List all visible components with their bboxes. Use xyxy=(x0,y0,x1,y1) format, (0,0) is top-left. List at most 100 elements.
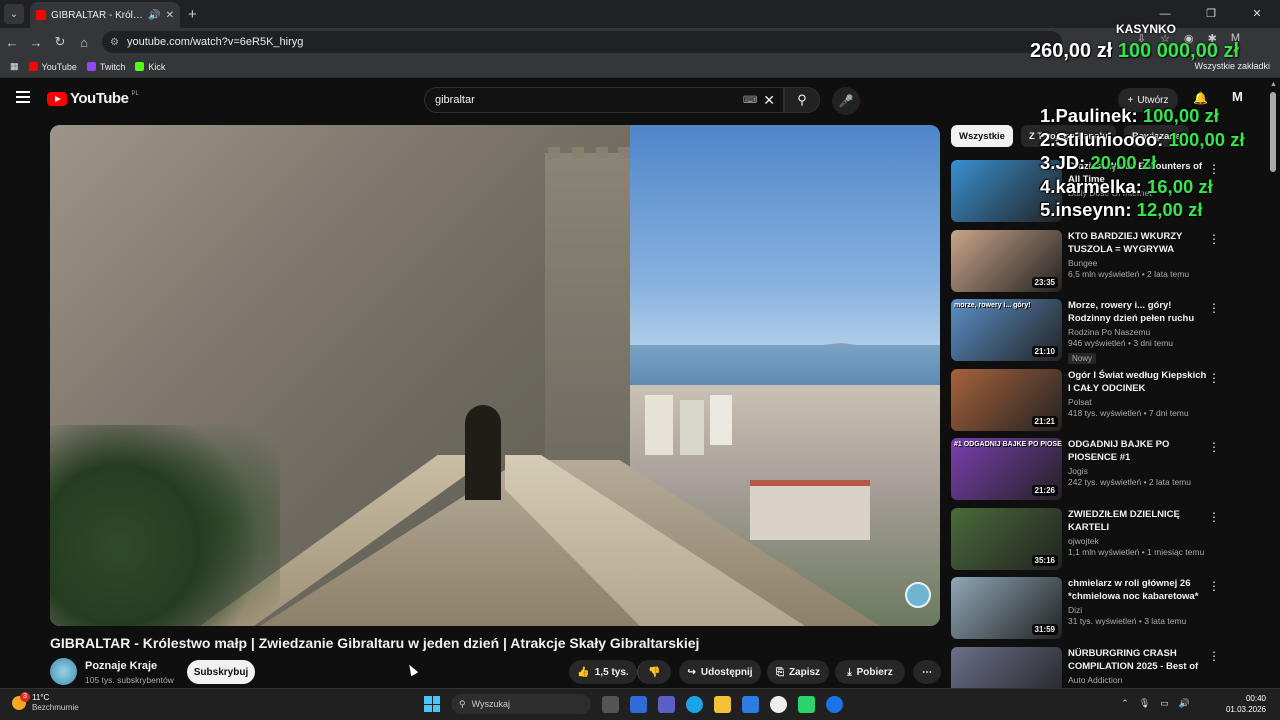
volume-icon[interactable]: 🔊 xyxy=(1179,698,1190,709)
tab-title: GIBRALTAR - Królestwo małp xyxy=(51,9,144,21)
more-options-icon[interactable]: ⋮ xyxy=(1208,579,1220,593)
video-title[interactable]: ODGADNIJ BAJKE PO PIOSENCE #1 xyxy=(1068,438,1208,464)
recommended-video[interactable]: morze, rowery i... góry! 21:10 Morze, rowe… xyxy=(951,299,1256,364)
bookmark-youtube[interactable]: YouTube xyxy=(28,62,77,72)
recommended-video[interactable]: 35:16 ZWIEDZIŁEM DZIELNICĘ KARTELI ojwojte… xyxy=(951,507,1256,572)
keyboard-icon[interactable]: ⌨ xyxy=(743,95,757,106)
share-button[interactable]: ↪ Udostępnij xyxy=(679,660,761,684)
video-thumbnail[interactable]: 31:59 xyxy=(951,577,1062,639)
video-tower xyxy=(710,395,732,445)
new-tab-icon[interactable]: + xyxy=(188,6,197,23)
url-text: youtube.com/watch?v=6eR5K_hiryg xyxy=(126,36,304,48)
close-tab-icon[interactable]: ✕ xyxy=(166,10,174,21)
channel-name[interactable]: Auto Addiction xyxy=(1068,675,1208,685)
video-meta: 6,5 mln wyświetleń • 2 lata temu xyxy=(1068,268,1190,279)
search-button[interactable]: ⚲ xyxy=(784,87,820,113)
notifications-bell-icon[interactable]: 🔔 xyxy=(1193,91,1208,105)
video-crenel xyxy=(548,147,560,159)
video-player[interactable] xyxy=(50,125,940,626)
network-icon[interactable]: ▭ xyxy=(1160,698,1169,709)
chip-all[interactable]: Wszystkie xyxy=(951,125,1013,147)
file-explorer-icon[interactable] xyxy=(714,695,731,713)
channel-name[interactable]: Polsat xyxy=(1068,397,1208,407)
download-button[interactable]: ⤓ Pobierz xyxy=(835,660,905,684)
video-title[interactable]: KTO BARDZIEJ WKURZY TUSZOLA = WYGRYWA xyxy=(1068,230,1208,256)
edge-icon[interactable] xyxy=(686,695,703,713)
bookmark-twitch[interactable]: Twitch xyxy=(86,62,125,72)
teams-icon[interactable] xyxy=(658,695,675,713)
video-thumbnail[interactable]: 21:21 xyxy=(951,368,1062,431)
more-options-icon[interactable]: ⋮ xyxy=(1208,232,1220,246)
maximize-icon[interactable]: ❐ xyxy=(1188,0,1234,28)
home-icon[interactable]: ⌂ xyxy=(72,35,96,50)
youtube-logo[interactable]: YouTube PL xyxy=(47,90,139,107)
weather-widget[interactable]: 3 11°C Bezchmurnie xyxy=(12,692,79,713)
store-icon[interactable] xyxy=(742,695,759,713)
address-bar[interactable]: ⚙ youtube.com/watch?v=6eR5K_hiryg xyxy=(102,31,1062,53)
photos-icon[interactable] xyxy=(630,695,647,713)
video-title[interactable]: ZWIEDZIŁEM DZIELNICĘ KARTELI xyxy=(1068,508,1208,534)
spotify-icon[interactable] xyxy=(798,695,815,713)
site-info-icon[interactable]: ⚙ xyxy=(110,37,119,48)
video-thumbnail[interactable]: 35:16 xyxy=(951,507,1062,570)
recommended-video[interactable]: 31:59 chmielarz w roli głównej 26 *chmiel… xyxy=(951,577,1256,641)
chrome-icon[interactable] xyxy=(826,695,843,713)
video-duration: 21:26 xyxy=(1031,485,1058,496)
taskbar-search[interactable]: ⚲ Wyszukaj xyxy=(451,694,591,714)
save-button[interactable]: ⎘ Zapisz xyxy=(767,660,829,684)
audio-playing-icon[interactable]: 🔊 xyxy=(148,10,160,21)
video-title[interactable]: NÜRBURGRING CRASH COMPILATION 2025 - Bes… xyxy=(1068,647,1208,673)
task-view-icon[interactable] xyxy=(602,695,619,713)
more-options-icon[interactable]: ⋮ xyxy=(1208,440,1220,454)
channel-name[interactable]: Jogis xyxy=(1068,466,1208,476)
more-options-icon[interactable]: ⋮ xyxy=(1208,649,1220,663)
apps-grid-icon[interactable]: ▦ xyxy=(10,61,19,72)
microphone-icon[interactable]: 🎙 xyxy=(1139,698,1150,709)
windows-start-icon[interactable] xyxy=(424,696,440,712)
video-title[interactable]: chmielarz w roli głównej 26 *chmielowa n… xyxy=(1068,577,1208,603)
channel-name[interactable]: Bungee xyxy=(1068,258,1208,268)
page-scrollbar[interactable] xyxy=(1270,92,1276,172)
reload-icon[interactable]: ↻ xyxy=(48,34,72,50)
video-thumbnail[interactable]: morze, rowery i... góry! 21:10 xyxy=(951,299,1062,361)
video-thumbnail[interactable]: 23:35 xyxy=(951,229,1062,292)
recommended-video[interactable]: #1 ODGADNIJ BAJKE PO PIOSENCE 21:26 ODGADN… xyxy=(951,438,1256,502)
tab-list-button[interactable]: ⌄ xyxy=(4,4,24,24)
bookmark-kick[interactable]: Kick xyxy=(135,62,165,72)
forward-icon[interactable]: → xyxy=(24,35,48,50)
more-options-icon[interactable]: ⋮ xyxy=(1208,371,1220,385)
tray-chevron-icon[interactable]: ⌃ xyxy=(1121,698,1129,709)
channel-avatar[interactable] xyxy=(50,658,77,685)
back-icon[interactable]: ← xyxy=(0,35,24,50)
video-title[interactable]: Ogór I Świat według Kiepskich I CAŁY ODC… xyxy=(1068,369,1208,395)
subscribe-button[interactable]: Subskrybuj xyxy=(187,660,255,684)
new-badge: Nowy xyxy=(1068,353,1097,364)
browser-tab-active[interactable]: GIBRALTAR - Królestwo małp 🔊 ✕ xyxy=(30,2,180,28)
more-actions-button[interactable]: ⋯ xyxy=(913,660,941,684)
video-battlement xyxy=(545,153,630,513)
video-thumbnail[interactable]: #1 ODGADNIJ BAJKE PO PIOSENCE 21:26 xyxy=(951,438,1062,500)
close-window-icon[interactable]: ✕ xyxy=(1234,0,1280,28)
like-button[interactable]: 👍 1,5 tys. xyxy=(569,660,637,684)
more-options-icon[interactable]: ⋮ xyxy=(1208,301,1220,315)
menu-icon[interactable] xyxy=(16,91,30,103)
video-title[interactable]: Morze, rowery i... góry! Rodzinny dzień … xyxy=(1068,299,1208,325)
dislike-button[interactable]: 👎 xyxy=(637,660,671,684)
recommended-video[interactable]: 23:35 KTO BARDZIEJ WKURZY TUSZOLA = WYGRY… xyxy=(951,229,1256,294)
scroll-up-icon[interactable]: ▲ xyxy=(1270,81,1277,88)
channel-name[interactable]: Poznaje Kraje xyxy=(85,660,157,672)
channel-name[interactable]: Dizi xyxy=(1068,605,1208,615)
voice-search-button[interactable]: 🎤 xyxy=(832,87,860,115)
channel-name[interactable]: Rodzina Po Naszemu xyxy=(1068,327,1208,337)
clock[interactable]: 00:40 01.03.2026 xyxy=(1226,693,1266,715)
more-options-icon[interactable]: ⋮ xyxy=(1208,510,1220,524)
clear-search-icon[interactable]: ✕ xyxy=(763,92,775,109)
channel-name[interactable]: ojwojtek xyxy=(1068,536,1208,546)
recommended-video[interactable]: 21:21 Ogór I Świat według Kiepskich I CAŁ… xyxy=(951,368,1256,433)
video-crenel xyxy=(596,147,608,159)
channel-watermark-icon[interactable] xyxy=(905,582,931,608)
search-input[interactable]: gibraltar ⌨ ✕ xyxy=(424,87,784,113)
steam-icon[interactable] xyxy=(770,695,787,713)
video-building xyxy=(750,480,870,540)
bookmark-icon: ⎘ xyxy=(775,666,784,678)
